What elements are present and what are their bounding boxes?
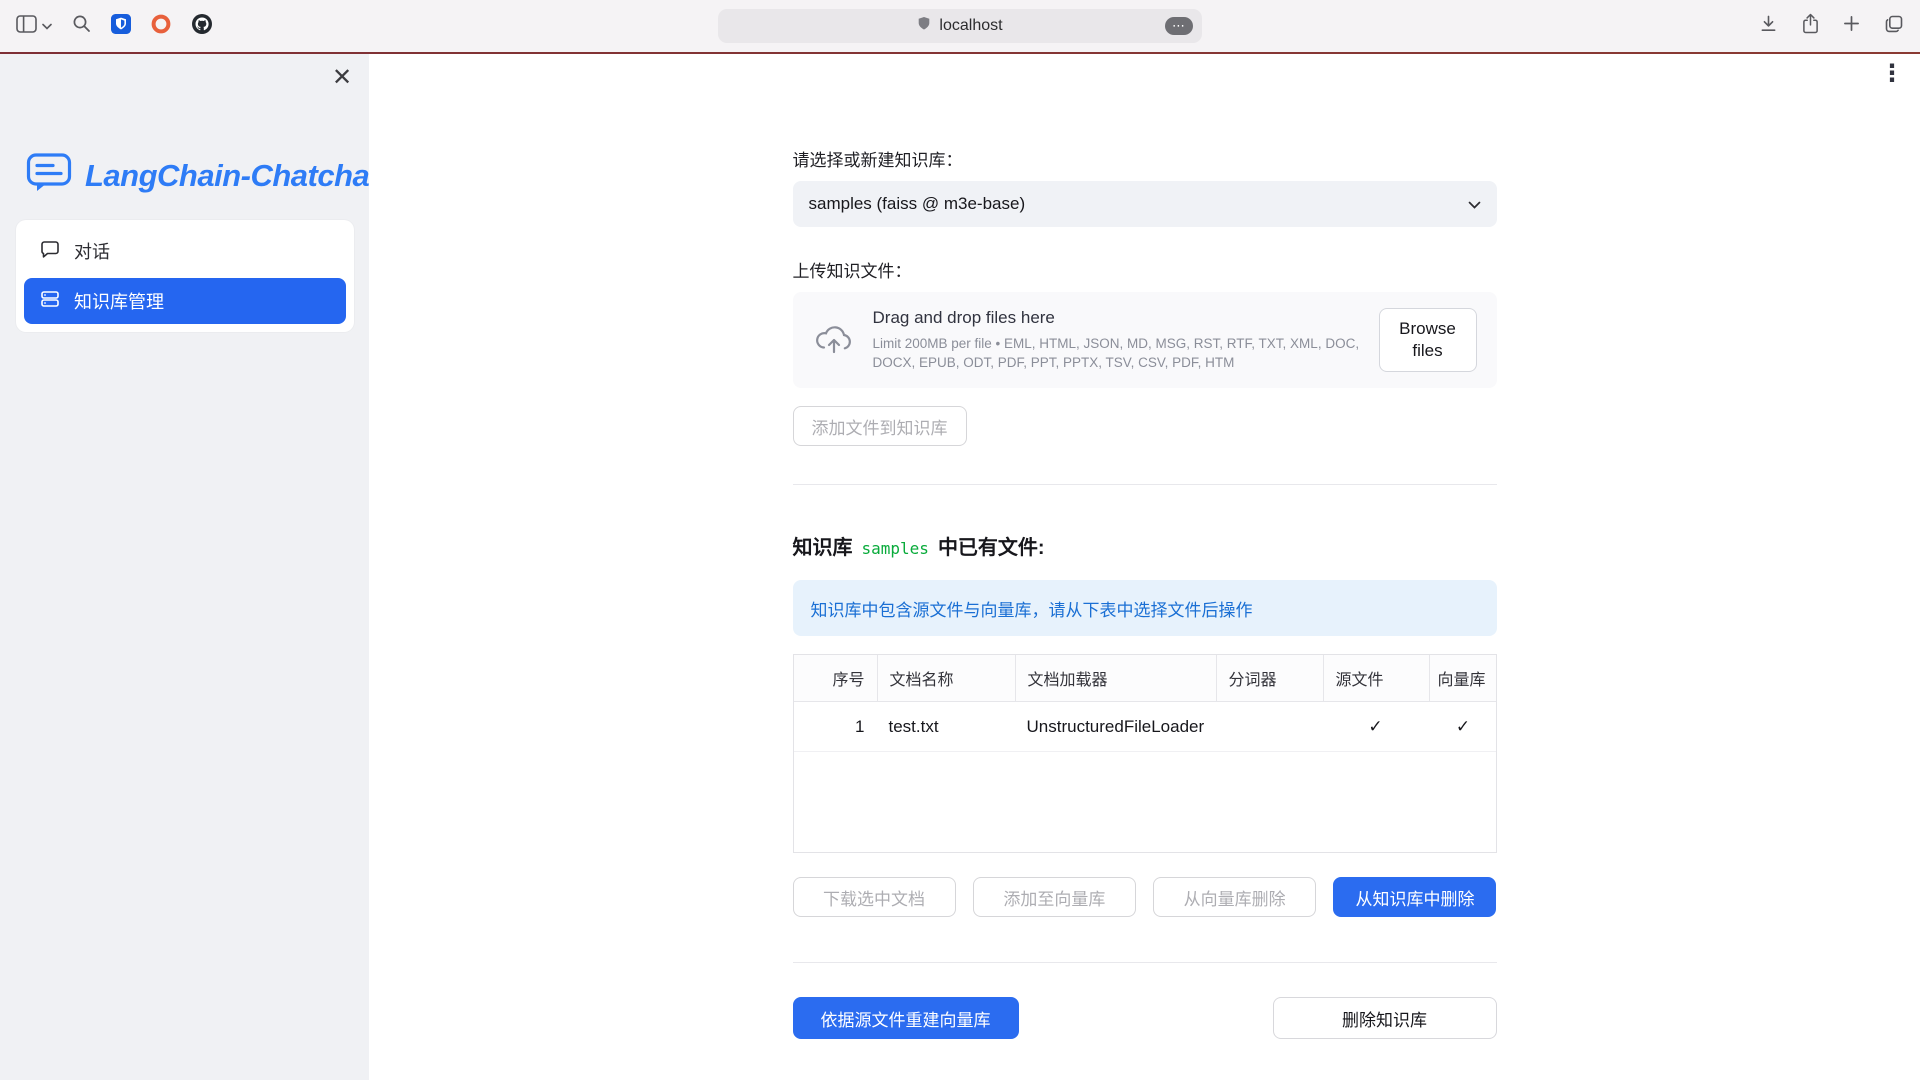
cell-source-file-check: ✓	[1323, 702, 1429, 751]
info-text: 知识库中包含源文件与向量库，请从下表中选择文件后操作	[811, 596, 1253, 621]
delete-from-vector-store-button[interactable]: 从向量库删除	[1153, 877, 1316, 917]
github-icon	[191, 13, 213, 40]
cell-vector-store-check: ✓	[1429, 702, 1497, 751]
upload-section: 上传知识文件： Drag and drop files here Limit 2…	[793, 257, 1497, 446]
sidebar-item-label: 知识库管理	[74, 288, 164, 314]
search-icon	[72, 14, 91, 38]
main-content: ⋮ 请选择或新建知识库： samples (faiss @ m3e-base) …	[369, 54, 1920, 1080]
new-tab-button[interactable]	[1843, 15, 1860, 37]
chevron-down-icon	[42, 17, 52, 35]
sidebar-panel-icon	[16, 15, 37, 38]
tab-overview-button[interactable]	[1884, 14, 1904, 39]
app-page: ✕ LangChain-Chatchat 对话	[0, 54, 1920, 1080]
sidebar-toggle-button[interactable]	[16, 15, 52, 38]
table-row[interactable]: 1 test.txt UnstructuredFileLoader ✓ ✓	[794, 702, 1496, 752]
browser-window: localhost ⋯	[0, 0, 1920, 1080]
upload-label: 上传知识文件：	[793, 257, 1497, 282]
cell-doc-name: test.txt	[877, 702, 1015, 751]
heading-suffix: 中已有文件:	[938, 531, 1045, 560]
logo-text: LangChain-Chatchat	[85, 158, 379, 194]
heading-prefix: 知识库	[793, 531, 853, 560]
delete-from-kb-button[interactable]: 从知识库中删除	[1333, 877, 1496, 917]
download-icon	[1759, 14, 1778, 38]
kb-select-value: samples (faiss @ m3e-base)	[809, 194, 1468, 214]
browser-toolbar: localhost ⋯	[0, 0, 1920, 52]
plus-icon	[1843, 15, 1860, 37]
share-button[interactable]	[1802, 13, 1819, 39]
table-header-cell[interactable]: 序号	[794, 655, 877, 701]
logo-chat-bubble-icon	[26, 152, 72, 199]
cell-doc-loader: UnstructuredFileLoader	[1015, 702, 1216, 751]
toolbar-right-group	[1759, 13, 1904, 39]
downloads-button[interactable]	[1759, 14, 1778, 38]
sidebar-item-knowledge-base[interactable]: 知识库管理	[24, 278, 346, 324]
share-icon	[1802, 13, 1819, 39]
table-header-row: 序号 文档名称 文档加载器 分词器 源文件 向量库	[794, 655, 1496, 702]
table-header-cell[interactable]: 分词器	[1216, 655, 1323, 701]
file-action-buttons: 下载选中文档 添加至向量库 从向量库删除 从知识库中删除	[793, 877, 1497, 917]
existing-files-heading: 知识库 samples 中已有文件:	[793, 531, 1497, 560]
file-uploader-dropzone[interactable]: Drag and drop files here Limit 200MB per…	[793, 292, 1497, 388]
table-header-cell[interactable]: 源文件	[1323, 655, 1429, 701]
url-text: localhost	[939, 17, 1002, 35]
orange-ring-icon	[151, 14, 171, 39]
divider	[793, 962, 1497, 963]
add-files-to-kb-button[interactable]: 添加文件到知识库	[793, 406, 967, 446]
shield-icon	[917, 16, 931, 36]
sidebar-nav: 对话 知识库管理	[16, 220, 354, 332]
chat-bubble-icon	[40, 239, 60, 264]
files-table[interactable]: 序号 文档名称 文档加载器 分词器 源文件 向量库 1 test.txt Uns…	[793, 654, 1497, 853]
main-column: 请选择或新建知识库： samples (faiss @ m3e-base) 上传…	[793, 54, 1497, 1039]
streamlit-menu-button[interactable]: ⋮	[1880, 62, 1904, 86]
add-to-vector-store-button[interactable]: 添加至向量库	[973, 877, 1136, 917]
download-selected-button[interactable]: 下载选中文档	[793, 877, 956, 917]
sidebar: ✕ LangChain-Chatchat 对话	[0, 54, 369, 1080]
kb-level-actions: 依据源文件重建向量库 删除知识库	[793, 997, 1497, 1039]
extension-orange-button[interactable]	[151, 14, 171, 39]
bitwarden-shield-icon	[111, 14, 131, 39]
chevron-down-icon	[1468, 194, 1481, 214]
delete-kb-button[interactable]: 删除知识库	[1273, 997, 1497, 1039]
extension-bitwarden-button[interactable]	[111, 14, 131, 39]
sidebar-item-label: 对话	[74, 238, 110, 264]
table-header-cell[interactable]: 向量库	[1429, 655, 1497, 701]
tabs-icon	[1884, 14, 1904, 39]
cell-splitter	[1216, 702, 1323, 751]
extensions-badge[interactable]: ⋯	[1165, 17, 1193, 35]
kb-name-code: samples	[862, 539, 929, 558]
cloud-upload-icon	[813, 322, 855, 359]
kb-select-dropdown[interactable]: samples (faiss @ m3e-base)	[793, 181, 1497, 227]
search-button[interactable]	[72, 14, 91, 38]
stacked-list-icon	[40, 289, 60, 314]
sidebar-item-dialogue[interactable]: 对话	[24, 228, 346, 274]
uploader-title: Drag and drop files here	[873, 308, 1361, 328]
divider	[793, 484, 1497, 485]
uploader-limit-text: Limit 200MB per file • EML, HTML, JSON, …	[873, 335, 1361, 371]
cell-index: 1	[794, 702, 877, 751]
address-bar[interactable]: localhost ⋯	[718, 9, 1202, 43]
info-banner: 知识库中包含源文件与向量库，请从下表中选择文件后操作	[793, 580, 1497, 636]
browse-files-button[interactable]: Browse files	[1379, 308, 1477, 372]
table-header-cell[interactable]: 文档名称	[877, 655, 1015, 701]
kb-select-label: 请选择或新建知识库：	[793, 146, 1497, 171]
rebuild-vector-store-button[interactable]: 依据源文件重建向量库	[793, 997, 1019, 1039]
sidebar-close-button[interactable]: ✕	[332, 66, 352, 90]
uploader-texts: Drag and drop files here Limit 200MB per…	[873, 308, 1361, 371]
toolbar-left-group	[16, 13, 213, 40]
table-header-cell[interactable]: 文档加载器	[1015, 655, 1216, 701]
extension-github-button[interactable]	[191, 13, 213, 40]
app-logo: LangChain-Chatchat	[26, 152, 379, 199]
